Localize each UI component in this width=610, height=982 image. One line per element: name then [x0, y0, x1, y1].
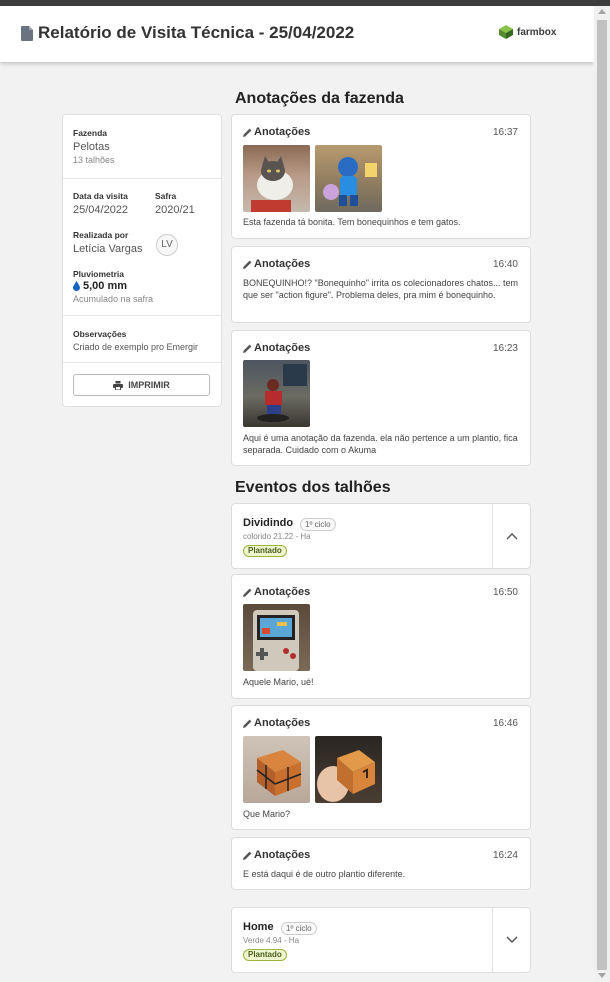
- note-time: 16:40: [492, 259, 518, 270]
- chevron-up-icon: [506, 533, 517, 540]
- note-header: Anotações: [243, 849, 310, 861]
- note-header: Anotações: [243, 126, 310, 138]
- note-label: Anotações: [254, 849, 311, 861]
- farm-note-card: Anotações 16:40 BONEQUINHO!? "Bonequinho…: [231, 246, 531, 323]
- visit-summary-card: Fazenda Pelotas 13 talhões Data da visit…: [62, 114, 222, 407]
- collapse-toggle[interactable]: [492, 504, 530, 568]
- rain-value: 5,00 mm: [83, 280, 128, 292]
- note-label: Anotações: [254, 586, 311, 598]
- note-text: E está daqui é de outro plantio diferent…: [243, 869, 406, 879]
- note-header: Anotações: [243, 342, 310, 354]
- farm-section: Fazenda Pelotas 13 talhões: [63, 115, 221, 179]
- note-label: Anotações: [254, 126, 311, 138]
- visit-date: 25/04/2022: [73, 204, 129, 216]
- note-text: Aquele Mario, ué!: [243, 677, 314, 687]
- rain-sub: Acumulado na safra: [73, 294, 154, 304]
- field-name: Dividindo: [243, 517, 294, 529]
- expand-toggle[interactable]: [492, 908, 530, 972]
- pencil-icon: [243, 719, 252, 728]
- brick-block-photo[interactable]: [243, 736, 310, 803]
- farm-notes-title: Anotações da fazenda: [235, 90, 404, 107]
- farm-label: Fazenda: [73, 128, 108, 138]
- document-icon: [21, 26, 33, 41]
- season-label: Safra: [155, 191, 177, 201]
- avatar: LV: [156, 234, 178, 256]
- visit-date-label: Data da visita: [73, 191, 128, 201]
- note-header: Anotações: [243, 586, 310, 598]
- farmbox-logo-icon: [499, 25, 513, 39]
- scroll-down-icon[interactable]: [598, 973, 606, 978]
- note-time: 16:50: [492, 587, 518, 598]
- farmbox-logo: farmbox: [498, 24, 556, 40]
- note-time: 16:46: [492, 718, 518, 729]
- field-name: Home: [243, 921, 274, 933]
- note-text: Que Mario?: [243, 809, 291, 819]
- field-card-home[interactable]: Home 1º ciclo Verde 4.94 - Ha Plantado: [231, 907, 531, 973]
- season: 2020/21: [155, 204, 195, 216]
- print-button[interactable]: IMPRIMIR: [73, 374, 210, 396]
- note-photos: [243, 360, 310, 427]
- status-badge: Plantado: [243, 545, 287, 557]
- notes-section: Observações Criado de exemplo pro Emergi…: [63, 316, 221, 363]
- figure-photo[interactable]: [243, 360, 310, 427]
- field-events-title: Eventos dos talhões: [235, 479, 391, 496]
- pencil-icon: [243, 851, 252, 860]
- chevron-down-icon: [506, 936, 517, 943]
- performed-by-label: Realizada por: [73, 230, 129, 240]
- note-photos: [243, 736, 382, 803]
- report-header: Relatório de Visita Técnica - 25/04/2022…: [0, 6, 594, 62]
- page-scrollbar[interactable]: [594, 6, 610, 982]
- field-note-card: Anotações 16:50 Aquele Mario, ué!: [231, 574, 531, 699]
- note-text: Aqui é uma anotação da fazenda. ela não …: [243, 433, 518, 455]
- note-photos: [243, 145, 382, 212]
- field-note-card: Anotações 16:24 E está daqui é de outro …: [231, 837, 531, 890]
- megaman-figure-photo[interactable]: [315, 145, 382, 212]
- cat-photo[interactable]: [243, 145, 310, 212]
- logo-text: farmbox: [517, 26, 557, 38]
- note-header: Anotações: [243, 258, 310, 270]
- printer-icon: [113, 380, 124, 390]
- farm-note-card: Anotações 16:23 Aqui é uma anotação da f…: [231, 330, 531, 466]
- note-time: 16:37: [492, 127, 518, 138]
- note-photos: [243, 604, 310, 671]
- pencil-icon: [243, 128, 252, 137]
- farm-note-card: Anotações 16:37 Esta fazenda tá bonita. …: [231, 114, 531, 239]
- cycle-badge: 1º ciclo: [300, 518, 336, 531]
- farm-name: Pelotas: [73, 141, 110, 153]
- pencil-icon: [243, 344, 252, 353]
- pencil-icon: [243, 260, 252, 269]
- page-title: Relatório de Visita Técnica - 25/04/2022: [38, 23, 355, 42]
- question-block-photo[interactable]: [315, 736, 382, 803]
- field-card-dividindo[interactable]: Dividindo 1º ciclo colorido 21.22 - Ha P…: [231, 503, 531, 569]
- note-text: BONEQUINHO!? "Bonequinho" irrita os cole…: [243, 278, 519, 300]
- field-note-card: Anotações 16:46 Que Mario?: [231, 705, 531, 830]
- cycle-badge: 1º ciclo: [281, 922, 317, 935]
- scroll-up-icon[interactable]: [598, 9, 606, 14]
- print-label: IMPRIMIR: [128, 380, 170, 390]
- notes-label: Observações: [73, 329, 127, 339]
- pencil-icon: [243, 588, 252, 597]
- notes-text: Criado de exemplo pro Emergir: [73, 342, 199, 352]
- scrollbar-thumb[interactable]: [597, 20, 607, 970]
- visit-details-section: Data da visita 25/04/2022 Safra 2020/21 …: [63, 179, 221, 316]
- handheld-console-photo[interactable]: [243, 604, 310, 671]
- farm-fields-count: 13 talhões: [73, 155, 115, 165]
- note-time: 16:23: [492, 343, 518, 354]
- note-header: Anotações: [243, 717, 310, 729]
- status-badge: Plantado: [243, 949, 287, 961]
- note-time: 16:24: [492, 850, 518, 861]
- note-label: Anotações: [254, 342, 311, 354]
- note-text: Esta fazenda tá bonita. Tem bonequinhos …: [243, 217, 461, 227]
- rain-label: Pluviometria: [73, 269, 125, 279]
- field-sub: colorido 21.22 - Ha: [243, 532, 311, 541]
- water-drop-icon: [73, 281, 80, 291]
- performed-by: Letícia Vargas: [73, 243, 143, 255]
- field-sub: Verde 4.94 - Ha: [243, 936, 300, 945]
- note-label: Anotações: [254, 258, 311, 270]
- note-label: Anotações: [254, 717, 311, 729]
